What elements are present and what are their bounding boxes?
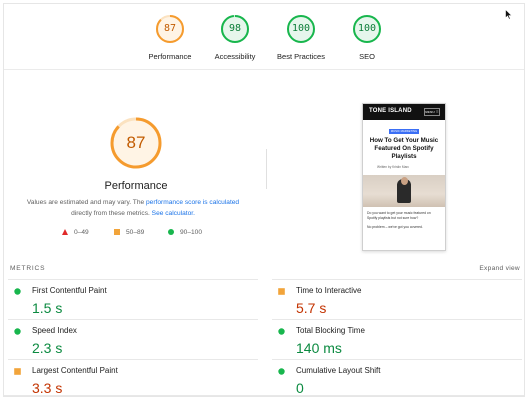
gauge-ring: 100 xyxy=(352,14,382,44)
see-calculator-link[interactable]: See calculator. xyxy=(152,210,195,217)
metric-value: 0 xyxy=(296,380,304,396)
metric-name: Cumulative Layout Shift xyxy=(296,366,381,375)
gauge-score: 98 xyxy=(228,23,242,34)
metrics-title: METRICS xyxy=(10,265,46,272)
good-circle-icon xyxy=(278,368,285,375)
article-hero-image xyxy=(363,175,445,207)
legend-bad: 0–49 xyxy=(62,229,89,236)
lighthouse-report: 87 Performance 98 Accessibility 100 Best… xyxy=(3,3,525,397)
page-screenshot-thumbnail[interactable]: TONE ISLAND MENU ☰ MUSIC MARKETING How T… xyxy=(362,103,446,251)
legend-average: 50–89 xyxy=(114,229,144,236)
metric-total-blocking-time: Total Blocking Time 140 ms xyxy=(272,319,522,359)
metric-time-to-interactive: Time to Interactive 5.7 s xyxy=(272,279,522,319)
gauge-label: SEO xyxy=(359,52,375,61)
person-face xyxy=(401,177,408,185)
good-circle-icon xyxy=(278,328,285,335)
metric-value: 1.5 s xyxy=(32,300,63,316)
metric-value: 3.3 s xyxy=(32,380,63,396)
metrics-header: METRICS Expand view xyxy=(10,265,522,272)
article-intro: Do you want to get your music featured o… xyxy=(367,211,431,220)
desc-text: Values are estimated and may vary. The xyxy=(26,199,147,206)
average-square-icon xyxy=(278,288,285,295)
score-gauges-bar: 87 Performance 98 Accessibility 100 Best… xyxy=(4,4,524,70)
legend-label: 50–89 xyxy=(126,229,145,236)
legend-label: 90–100 xyxy=(180,229,203,236)
metric-name: First Contentful Paint xyxy=(32,286,107,295)
square-icon xyxy=(114,229,120,235)
gauge-score: 100 xyxy=(291,23,311,34)
menu-button: MENU ☰ xyxy=(424,108,440,116)
expand-view-toggle[interactable]: Expand view xyxy=(479,265,520,272)
gauge-ring: 100 xyxy=(286,14,316,44)
metric-speed-index: Speed Index 2.3 s xyxy=(8,319,258,359)
performance-score: 87 xyxy=(126,133,146,152)
metric-value: 5.7 s xyxy=(296,300,327,316)
legend-label: 0–49 xyxy=(74,229,89,236)
mouse-cursor-icon xyxy=(505,9,513,20)
gauge-score: 87 xyxy=(163,23,177,34)
article-author: Written by Kristin Marc xyxy=(377,165,409,169)
legend-good: 90–100 xyxy=(168,229,202,236)
circle-icon xyxy=(168,229,174,235)
desc-text: directly from these metrics. xyxy=(71,210,152,217)
metric-name: Total Blocking Time xyxy=(296,326,365,335)
performance-description: Values are estimated and may vary. The p… xyxy=(18,197,248,219)
performance-gauge: 87 xyxy=(109,116,163,170)
score-calculated-link[interactable]: performance score is calculated xyxy=(146,199,239,206)
metric-name: Speed Index xyxy=(32,326,77,335)
metric-largest-contentful-paint: Largest Contentful Paint 3.3 s xyxy=(8,359,258,396)
metric-first-contentful-paint: First Contentful Paint 1.5 s xyxy=(8,279,258,319)
triangle-icon xyxy=(62,229,68,235)
article-title: How To Get Your Music Featured On Spotif… xyxy=(369,137,439,160)
performance-title: Performance xyxy=(104,180,168,192)
metric-name: Largest Contentful Paint xyxy=(32,366,118,375)
performance-score-panel: 87 Performance xyxy=(56,116,216,192)
gauge-ring: 98 xyxy=(220,14,250,44)
metric-value: 140 ms xyxy=(296,340,342,356)
metric-name: Time to Interactive xyxy=(296,286,362,295)
gauge-score: 100 xyxy=(357,23,377,34)
divider xyxy=(4,395,524,396)
site-header: TONE ISLAND MENU ☰ xyxy=(363,104,445,120)
average-square-icon xyxy=(14,368,21,375)
gauge-ring: 87 xyxy=(155,14,185,44)
good-circle-icon xyxy=(14,328,21,335)
divider xyxy=(266,149,267,189)
metric-cumulative-layout-shift: Cumulative Layout Shift 0 xyxy=(272,359,522,396)
metric-value: 2.3 s xyxy=(32,340,63,356)
good-circle-icon xyxy=(14,288,21,295)
gauge-seo[interactable]: 100 SEO xyxy=(322,14,412,61)
article-intro-2: No problem – we've got you covered. xyxy=(367,225,423,229)
site-logo: TONE ISLAND xyxy=(369,108,412,114)
category-tag: MUSIC MARKETING xyxy=(389,129,419,134)
